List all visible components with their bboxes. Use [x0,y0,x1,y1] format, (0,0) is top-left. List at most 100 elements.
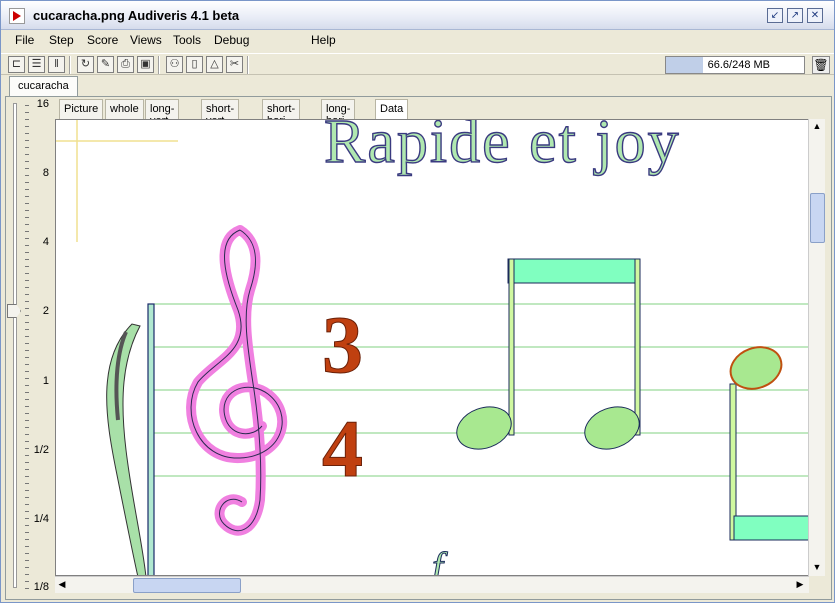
trash-icon[interactable]: 🗑 [812,56,830,74]
zoom-tick [25,259,29,260]
zoom-tick [25,175,29,176]
edit-icon[interactable]: ✎ [97,56,114,73]
glyphs-icon[interactable]: ⚇ [166,56,183,73]
scroll-down-icon[interactable]: ▼ [810,560,824,575]
note-head [456,406,512,450]
refresh-icon[interactable]: ↻ [77,56,94,73]
zoom-tick [25,385,29,386]
scroll-up-icon[interactable]: ▲ [810,119,824,134]
score-canvas[interactable]: Rapide et joy 3 4 f [55,119,809,576]
zoom-tick [25,448,29,449]
zoom-label-1-8: 1/8 [33,581,49,593]
zoom-tick [25,420,29,421]
zoom-tick [25,105,29,106]
zoom-tick [25,266,29,267]
tempo-text: Rapide et joy [324,120,681,176]
zoom-tick [25,574,29,575]
toolbar-separator [158,56,160,74]
zoom-slider-track[interactable] [13,103,17,588]
menu-file[interactable]: File [15,33,34,47]
close-icon[interactable]: ✕ [807,8,823,23]
zoom-tick [25,245,29,246]
zoom-tick [25,406,29,407]
zoom-tick [25,322,29,323]
horizontal-scroll-thumb[interactable] [133,578,241,593]
minimize-icon[interactable]: ↙ [767,8,783,23]
tab-short-hori[interactable]: short-hori [262,99,301,127]
zoom-tick [25,469,29,470]
zoom-label-1-2: 1/2 [33,444,49,456]
zoom-tick [25,371,29,372]
score-svg: Rapide et joy 3 4 f [56,120,808,576]
book-icon[interactable]: ▯ [186,56,203,73]
horizontal-layout-icon[interactable]: ☰ [28,56,45,73]
bar-line [147,303,155,575]
tab-data[interactable]: Data [375,99,409,119]
zoom-tick [25,308,29,309]
zoom-tick [25,462,29,463]
menu-help[interactable]: Help [311,33,336,47]
tab-whole[interactable]: whole [105,99,144,119]
zoom-tick [25,140,29,141]
zoom-tick [25,203,29,204]
zoom-label-4: 4 [42,236,49,248]
zoom-label-8: 8 [42,167,49,179]
zoom-label-16: 16 [36,98,49,110]
tab-cucaracha[interactable]: cucaracha [9,76,78,96]
vertical-scroll-thumb[interactable] [810,193,825,243]
scroll-right-icon[interactable]: ▶ [793,577,807,592]
zoom-tick [25,224,29,225]
toolbar-separator [69,56,71,74]
zoom-tick [25,217,29,218]
zoom-tick [25,490,29,491]
maximize-icon[interactable]: ↗ [787,8,803,23]
zoom-tick [25,399,29,400]
shape-icon[interactable]: △ [206,56,223,73]
save-icon[interactable]: ▣ [137,56,154,73]
zoom-label-1: 1 [42,375,49,387]
zoom-tick [25,532,29,533]
menu-score[interactable]: Score [87,33,118,47]
menu-views[interactable]: Views [130,33,162,47]
zoom-tick [25,252,29,253]
print-icon[interactable]: ⎙ [117,56,134,73]
zoom-tick [25,504,29,505]
menu-tools[interactable]: Tools [173,33,201,47]
zoom-tick [25,273,29,274]
zoom-label-2: 2 [42,305,49,317]
beam [507,258,641,284]
vertical-layout-icon[interactable]: ‖ [48,56,65,73]
zoom-tick [25,553,29,554]
zoom-tick [25,476,29,477]
zoom-tick [25,364,29,365]
zoom-tick [25,161,29,162]
zoom-tick [25,350,29,351]
menu-bar: File Step Score Views Tools Debug Help [1,30,834,52]
toolbar-separator [247,56,249,74]
vertical-scrollbar[interactable]: ▲ ▼ [808,119,825,576]
menu-debug[interactable]: Debug [214,33,249,47]
zoom-tick [25,511,29,512]
zoom-tick [25,133,29,134]
zoom-tick [25,518,29,519]
cut-icon[interactable]: ✂ [226,56,243,73]
zoom-tick [25,483,29,484]
zoom-tick [25,315,29,316]
open-icon[interactable]: ⊏ [8,56,25,73]
tab-picture[interactable]: Picture [59,99,104,119]
scroll-left-icon[interactable]: ◀ [55,577,69,592]
zoom-tick [25,182,29,183]
zoom-tick [25,441,29,442]
zoom-tick [25,357,29,358]
tab-long-hori[interactable]: long-hori [321,99,356,127]
tab-long-vert[interactable]: long-vert [145,99,180,127]
tab-short-vert[interactable]: short-vert [201,99,240,127]
beam [733,515,808,541]
zoom-tick [25,434,29,435]
app-window: cucaracha.png Audiveris 4.1 beta ↙ ↗ ✕ F… [0,0,835,603]
menu-step[interactable]: Step [49,33,74,47]
horizontal-scrollbar[interactable]: ◀ ▶ [55,576,809,593]
dynamic-marking: f [432,544,448,576]
zoom-tick [25,280,29,281]
zoom-tick [25,560,29,561]
